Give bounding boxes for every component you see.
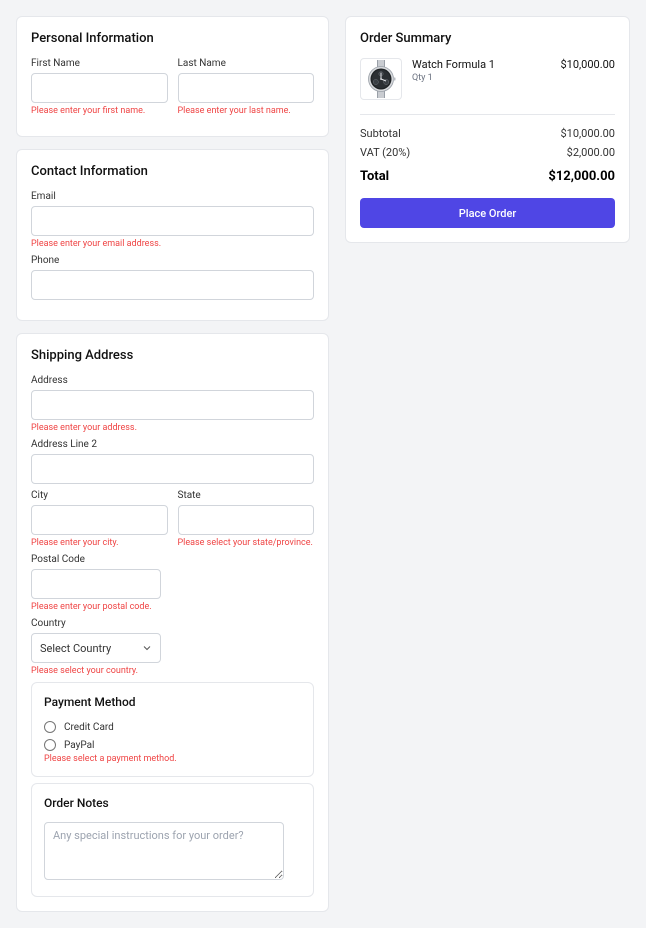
subtotal-value: $10,000.00 [560,127,615,140]
first-name-error: Please enter your first name. [31,106,168,116]
product-qty: Qty 1 [412,73,550,83]
place-order-button[interactable]: Place Order [360,198,615,228]
last-name-error: Please enter your last name. [178,106,315,116]
state-label: State [178,490,315,501]
personal-info-section: Personal Information First Name Please e… [16,16,329,137]
country-label: Country [31,618,314,629]
shipping-section: Shipping Address Address Please enter yo… [16,333,329,912]
subtotal-label: Subtotal [360,127,401,140]
country-select[interactable]: Select Country [31,633,161,663]
address-error: Please enter your address. [31,423,314,433]
personal-info-title: Personal Information [31,31,314,46]
product-name: Watch Formula 1 [412,58,550,71]
phone-label: Phone [31,255,314,266]
city-error: Please enter your city. [31,538,168,548]
contact-info-section: Contact Information Email Please enter y… [16,149,329,321]
vat-value: $2,000.00 [567,146,615,159]
payment-section: Payment Method Credit Card PayPal Please… [31,682,314,777]
country-error: Please select your country. [31,666,314,676]
last-name-input[interactable] [178,73,315,103]
postal-label: Postal Code [31,554,314,565]
payment-credit-radio[interactable] [44,721,56,733]
notes-section: Order Notes [31,783,314,897]
postal-input[interactable] [31,569,161,599]
shipping-title: Shipping Address [31,348,314,363]
city-label: City [31,490,168,501]
order-summary-section: Order Summary [345,16,630,243]
email-label: Email [31,191,314,202]
email-input[interactable] [31,206,314,236]
address2-input[interactable] [31,454,314,484]
payment-paypal-radio[interactable] [44,739,56,751]
last-name-label: Last Name [178,58,315,69]
country-select-value: Select Country [40,642,111,655]
vat-label: VAT (20%) [360,146,410,159]
product-price: $10,000.00 [560,58,615,71]
phone-input[interactable] [31,270,314,300]
total-label: Total [360,169,389,184]
email-error: Please enter your email address. [31,239,314,249]
order-item: Watch Formula 1 Qty 1 $10,000.00 [360,58,615,115]
contact-info-title: Contact Information [31,164,314,179]
order-summary-title: Order Summary [360,31,615,46]
payment-error: Please select a payment method. [44,754,301,764]
state-input[interactable] [178,505,315,535]
first-name-label: First Name [31,58,168,69]
notes-title: Order Notes [44,796,301,810]
payment-paypal-label: PayPal [64,740,94,751]
first-name-input[interactable] [31,73,168,103]
total-value: $12,000.00 [548,169,615,184]
address-input[interactable] [31,390,314,420]
payment-title: Payment Method [44,695,301,709]
product-image [360,58,402,100]
notes-textarea[interactable] [44,822,284,880]
postal-error: Please enter your postal code. [31,602,314,612]
state-error: Please select your state/province. [178,538,315,548]
address2-label: Address Line 2 [31,439,314,450]
payment-credit-label: Credit Card [64,722,114,733]
address-label: Address [31,375,314,386]
city-input[interactable] [31,505,168,535]
